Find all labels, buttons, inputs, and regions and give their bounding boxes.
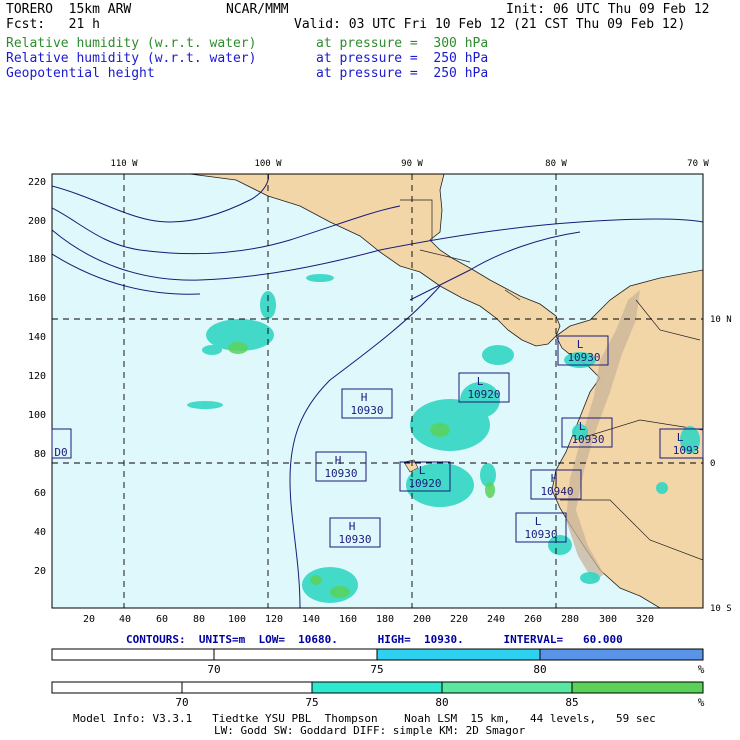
lon-label: 80 W <box>545 159 567 169</box>
x-tick: 200 <box>413 614 431 625</box>
y-tick: 160 <box>28 293 46 304</box>
y-tick: 100 <box>28 410 46 421</box>
colorbar1-label: 70 <box>207 663 220 676</box>
hl-value: 10930 <box>571 433 604 446</box>
y-tick: 220 <box>28 177 46 188</box>
lon-label: 110 W <box>110 159 138 169</box>
hl-value: 10930 <box>524 528 557 541</box>
y-tick: 120 <box>28 371 46 382</box>
x-tick: 40 <box>119 614 131 625</box>
hl-value: 10930 <box>567 351 600 364</box>
hl-value: 10930 <box>324 467 357 480</box>
colorbar1-label: 75 <box>370 663 383 676</box>
x-tick: 100 <box>228 614 246 625</box>
hl-value: 10930 <box>338 533 371 546</box>
x-tick: 320 <box>636 614 654 625</box>
hl-value: 10940 <box>540 485 573 498</box>
x-tick: 180 <box>376 614 394 625</box>
x-tick: 60 <box>156 614 168 625</box>
hl-value: 10920 <box>408 477 441 490</box>
lon-label: 90 W <box>401 159 423 169</box>
hl-letter: H <box>349 520 356 533</box>
x-tick: 160 <box>339 614 357 625</box>
y-tick: 20 <box>34 566 46 577</box>
x-tick: 240 <box>487 614 505 625</box>
colorbar2-unit: % <box>698 696 705 709</box>
hl-value: 10920 <box>467 388 500 401</box>
y-tick: 200 <box>28 216 46 227</box>
x-tick: 80 <box>193 614 205 625</box>
hl-value: 1093 <box>673 444 700 457</box>
y-tick: 60 <box>34 488 46 499</box>
hl-letter: L <box>535 515 542 528</box>
hl-value: D0 <box>54 446 67 459</box>
hl-letter: H <box>551 472 558 485</box>
colorbar2-label: 70 <box>175 696 188 709</box>
hl-letter: L <box>579 420 586 433</box>
colorbar1-unit: % <box>698 663 705 676</box>
x-tick: 260 <box>524 614 542 625</box>
lon-label: 70 W <box>687 159 709 169</box>
colorbar-250hpa <box>51 648 704 661</box>
y-tick: 80 <box>34 449 46 460</box>
lon-label: 100 W <box>254 159 282 169</box>
y-tick: 40 <box>34 527 46 538</box>
y-tick: 140 <box>28 332 46 343</box>
x-tick: 300 <box>599 614 617 625</box>
hl-letter: L <box>477 375 484 388</box>
colorbar-300hpa <box>51 681 704 694</box>
y-tick: 180 <box>28 254 46 265</box>
hl-letter: L <box>677 431 684 444</box>
lat-label: 10 S <box>710 604 732 614</box>
model-physics: LW: Godd SW: Goddard DIFF: simple KM: 2D… <box>214 724 526 737</box>
colorbar1-label: 80 <box>533 663 546 676</box>
hl-letter: L <box>577 338 584 351</box>
hl-value: 10930 <box>350 404 383 417</box>
x-tick: 280 <box>561 614 579 625</box>
contours-info: CONTOURS: UNITS=m LOW= 10680. HIGH= 1093… <box>126 633 623 646</box>
hl-letter: H <box>335 454 342 467</box>
x-tick: 140 <box>302 614 320 625</box>
hl-letter: H <box>361 391 368 404</box>
hl-letter: L <box>419 464 426 477</box>
x-tick: 120 <box>265 614 283 625</box>
weather-map: H 10930 H 10930 H 10930 L 10920 L 10920 … <box>28 159 732 709</box>
x-tick: 20 <box>83 614 95 625</box>
lat-label: 0 <box>710 459 715 469</box>
colorbar2-label: 75 <box>305 696 318 709</box>
lat-label: 10 N <box>710 315 732 325</box>
x-tick: 220 <box>450 614 468 625</box>
colorbar2-label: 80 <box>435 696 448 709</box>
colorbar2-label: 85 <box>565 696 578 709</box>
